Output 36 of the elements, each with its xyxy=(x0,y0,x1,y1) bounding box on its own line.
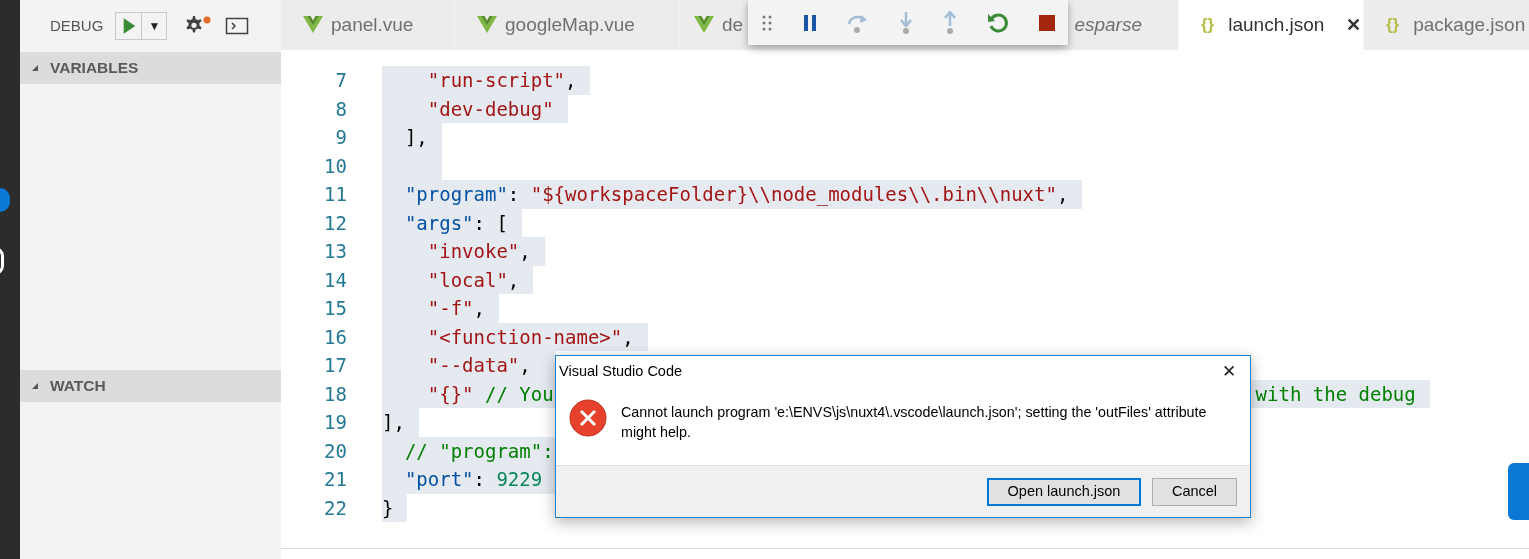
pause-icon[interactable] xyxy=(802,13,818,32)
tab[interactable]: {} launch.json ✕ xyxy=(1179,0,1364,50)
line-number: 9 xyxy=(334,125,347,150)
line-number: 13 xyxy=(323,239,347,264)
section-header[interactable]: WATCH xyxy=(20,370,281,402)
dialog-button[interactable]: Open launch.json xyxy=(987,477,1141,506)
vue-logo-icon xyxy=(694,16,714,34)
close-icon[interactable]: ✕ xyxy=(1346,11,1362,39)
run-button[interactable]: ▼ xyxy=(115,12,168,40)
sidebar-title: DEBUG xyxy=(50,15,104,36)
line-number: 8 xyxy=(334,96,347,122)
line-number: 18 xyxy=(323,381,347,407)
line-number: 15 xyxy=(323,296,347,321)
line-number: 16 xyxy=(323,324,347,350)
dropdown-caret[interactable]: ▼ xyxy=(142,13,167,39)
braces-icon: {} xyxy=(1201,12,1215,38)
line-number: 11 xyxy=(323,182,347,207)
line-number: 20 xyxy=(323,438,347,464)
dialog-title: Visual Studio Code xyxy=(559,362,683,382)
line-number: 7 xyxy=(334,68,347,93)
error-icon xyxy=(569,399,607,437)
terminal-icon[interactable] xyxy=(225,16,250,36)
stop-icon[interactable] xyxy=(1038,13,1056,32)
line-number: 17 xyxy=(323,353,347,378)
line-number: 10 xyxy=(323,153,347,179)
vue-logo-icon xyxy=(477,16,497,34)
line-number: 22 xyxy=(323,495,347,521)
restart-icon[interactable] xyxy=(986,10,1010,35)
section-header[interactable]: VARIABLES xyxy=(20,52,281,84)
dialog-button[interactable]: Cancel xyxy=(1152,477,1237,506)
braces-icon: {} xyxy=(1386,12,1400,38)
line-number: 12 xyxy=(323,210,347,236)
line-number: 21 xyxy=(323,467,347,492)
line-number: 19 xyxy=(323,410,347,435)
vue-logo-icon xyxy=(303,16,323,34)
line-number: 14 xyxy=(323,267,347,293)
